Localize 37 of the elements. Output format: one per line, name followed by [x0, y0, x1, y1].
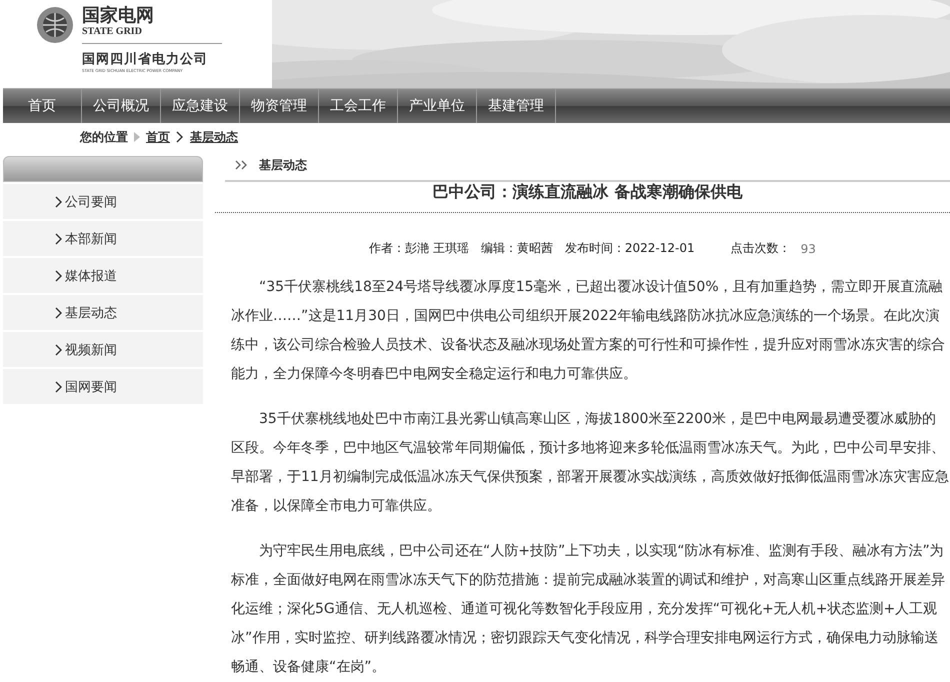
breadcrumb-label: 您的位置: [80, 128, 128, 146]
sidebar-item[interactable]: 公司要闻: [3, 184, 203, 219]
logo-subtitle: STATE GRID: [82, 26, 222, 44]
sidebar-item[interactable]: 媒体报道: [3, 258, 203, 293]
article-paragraph: 为守牢民生用电底线，巴中公司还在“人防+技防”上下功夫，以实现“防冰有标准、监测有手段、融冰有方法”为标准，全面做好电网在雨雪冰冻天气下的防范措施：提前完成融冰装置的调试和维护，对高寒山区重点线路开展差异化运维；深化5G通信、无人机巡检、通道可视化等数智化手段应用，充分发挥“可视化+无人机+状态监测+人工观冰”作用，实时监控、研判线路覆冰情况；密切跟踪天气变化情况，科学合理安排电网运行方式，确保电力动脉输送畅通、设备健康“在岗”。: [230, 542, 946, 677]
chevron-icon: [55, 306, 63, 318]
section-title: 基层动态: [259, 156, 307, 174]
triangle-icon: [134, 132, 140, 142]
sidebar-item[interactable]: 视频新闻: [3, 332, 203, 367]
chevron-icon: [55, 380, 63, 392]
sidebar-item[interactable]: 本部新闻: [3, 221, 203, 256]
nav-tab[interactable]: 物资管理: [240, 89, 319, 123]
nav-tab[interactable]: 工会工作: [319, 89, 398, 123]
article-paragraph: “35千伏寨桃线18至24号塔导线覆冰厚度15毫米，已超出覆冰设计值50%，且有加重趋势，需立即开展直流融冰作业……”这是11月30日，国网巴中供电公司组织开展2022年输电线路防冰抗冰应急演练的一个场景。在此次演练中，该公司综合检验人员技术、设备状态及融冰现场处置方案的可行性和可操作性，提升应对雨雪冰冻灾害的综合能力，全力保障今冬明春巴中电网安全稳定运行和电力可靠供应。: [230, 278, 946, 384]
nav-tab[interactable]: 应急建设: [161, 89, 240, 123]
chevron-icon: [176, 131, 184, 143]
nav-tab[interactable]: 产业单位: [398, 89, 477, 123]
breadcrumb-link[interactable]: 基层动态: [190, 128, 238, 146]
chevron-icon: [55, 196, 63, 208]
hits-label: 点击次数：: [730, 240, 791, 257]
sidebar-item[interactable]: 国网要闻: [3, 369, 203, 404]
hits-count: 93: [800, 242, 816, 256]
nav-tab[interactable]: 基建管理: [477, 89, 556, 123]
logo-title: 国家电网: [82, 6, 155, 26]
sidebar-item[interactable]: 基层动态: [3, 295, 203, 330]
chevron-icon: [55, 270, 63, 282]
double-chevron-icon: [235, 160, 249, 170]
article-meta: 作者：彭滟 王琪瑶 编辑：黄昭茜 发布时间：2022-12-01: [369, 240, 695, 257]
article-paragraph: 35千伏寨桃线地处巴中市南江县光雾山镇高寒山区，海拔1800米至2200米，是巴中电网最易遭受覆冰威胁的区段。今年冬季，巴中地区气温较常年同期偏低，预计多地将迎来多轮低温雨雪冰冻天气。为此，巴中公司早安排、早部署，于11月初编制完成低温冰冻天气保供预案，部署开展覆冰实战演练，高质效做好抵御低温雨雪冰冻灾害应急准备，以保障全市电力可靠供应。: [230, 410, 950, 516]
globe-logo-icon: [36, 6, 74, 44]
chevron-icon: [55, 232, 63, 244]
company-name: 国网四川省电力公司: [82, 51, 209, 68]
breadcrumb-link[interactable]: 首页: [146, 128, 170, 146]
article-title: 巴中公司：演练直流融冰 备战寒潮确保供电: [432, 182, 744, 204]
nav-tab[interactable]: 公司概况: [82, 89, 161, 123]
chevron-icon: [55, 344, 63, 356]
nav-tab[interactable]: 首页: [3, 89, 82, 123]
